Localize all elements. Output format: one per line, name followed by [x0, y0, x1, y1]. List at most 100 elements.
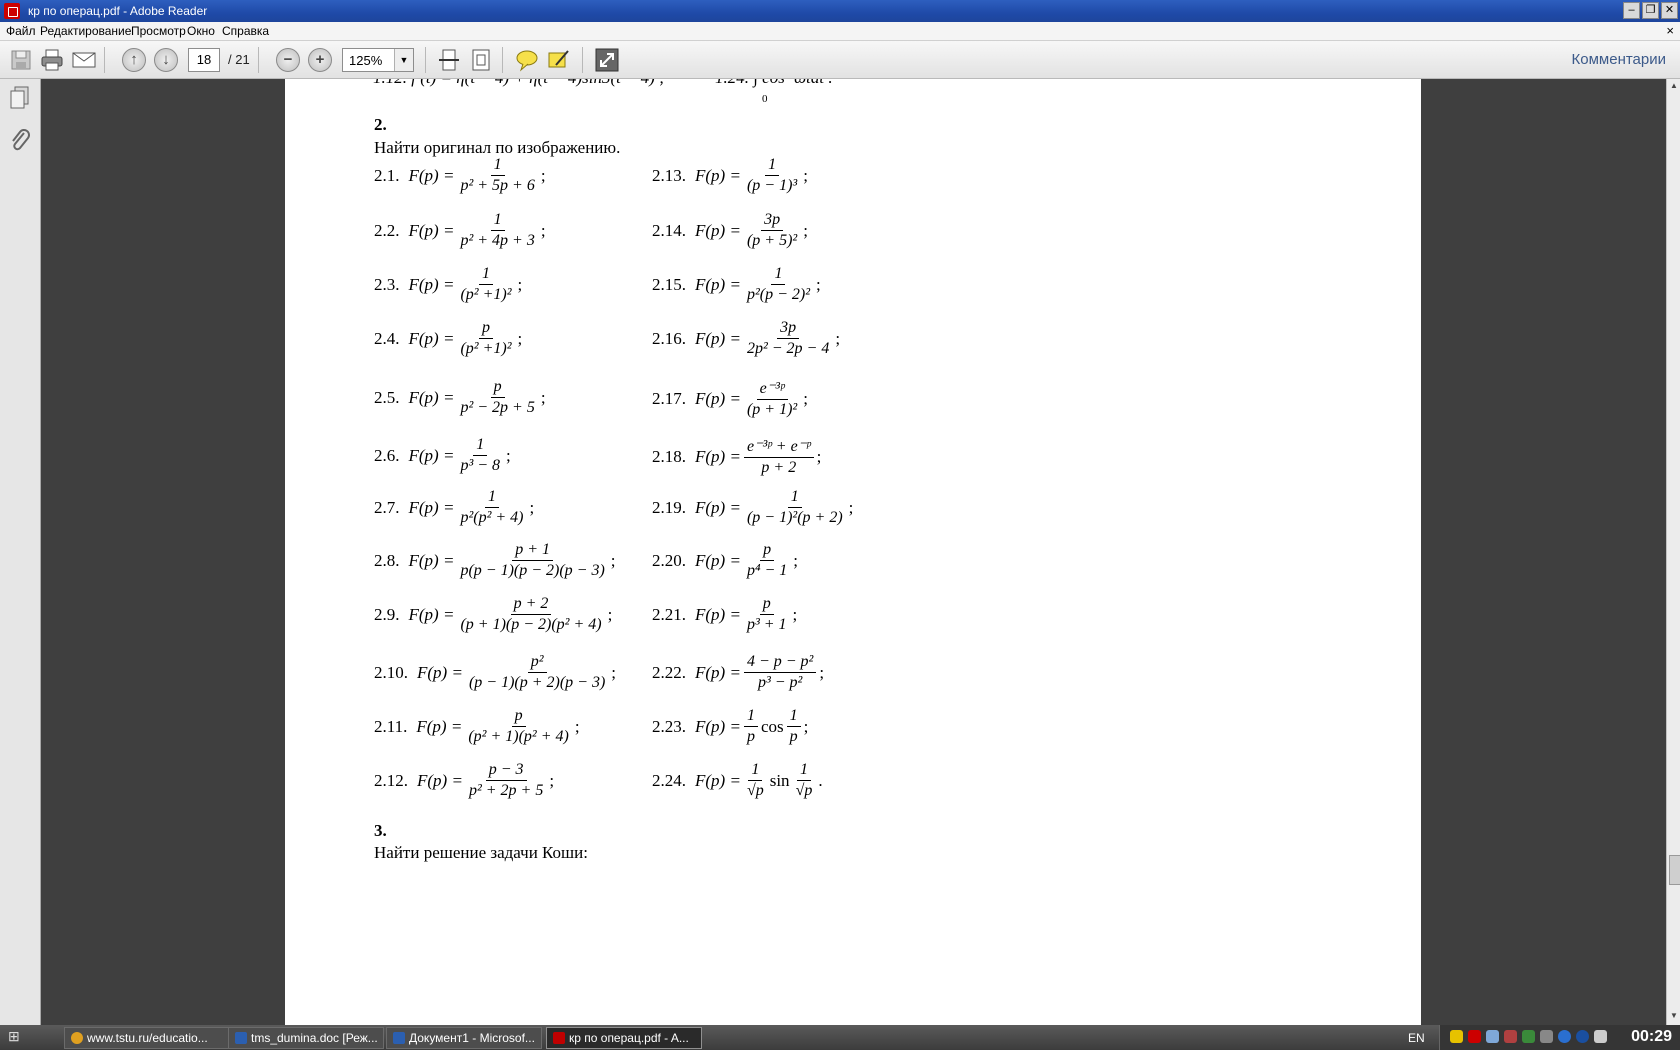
menu-help[interactable]: Справка [222, 24, 269, 38]
prev-page-button[interactable]: ↑ [122, 48, 146, 72]
numerator: 1 [490, 211, 505, 231]
toolbar-separator [582, 47, 583, 73]
highlight-icon[interactable] [546, 47, 572, 73]
menu-view[interactable]: Просмотр [131, 24, 186, 38]
problem-item: 2.19. F(p) = 1 (p − 1)²(p + 2); [652, 488, 853, 527]
denominator: p² − 2p + 5 [460, 399, 535, 416]
task-browser[interactable]: www.tstu.ru/educatio... [64, 1027, 240, 1049]
scroll-down-icon[interactable]: ▼ [1669, 1011, 1679, 1023]
denominator: p² + 4p + 3 [460, 232, 535, 249]
function-label: F(p) = [408, 497, 455, 517]
network-icon[interactable] [1486, 1030, 1499, 1043]
problem-item: 2.24. F(p) = 1 √p sin 1 √p. [652, 761, 823, 800]
task-label: Документ1 - Microsof... [409, 1031, 535, 1045]
page-number-input[interactable]: 18 [188, 48, 220, 72]
language-indicator[interactable]: EN [1408, 1031, 1425, 1045]
function-label: F(p) = [408, 445, 455, 465]
tray-app-icon[interactable] [1504, 1030, 1517, 1043]
numerator: 1 [743, 707, 758, 727]
numerator: p [478, 319, 493, 339]
terminator: ; [815, 274, 821, 294]
scroll-up-icon[interactable]: ▲ [1669, 81, 1679, 93]
function-label: F(p) = [695, 165, 741, 185]
problem-item: 2.15. F(p) = 1 p²(p − 2)²; [652, 265, 821, 304]
problem-item: 2.5. F(p) = p p² − 2p + 5; [374, 378, 546, 417]
tray-app-icon[interactable] [1522, 1030, 1535, 1043]
numerator: p [760, 541, 775, 561]
task-word-doc[interactable]: tms_dumina.doc [Реж... [228, 1027, 384, 1049]
menu-edit[interactable]: Редактирование [40, 24, 131, 38]
problem-number: 2.4. [374, 328, 400, 348]
info-icon[interactable] [1558, 1030, 1571, 1043]
comment-icon[interactable] [514, 47, 540, 73]
comments-panel-link[interactable]: Комментарии [1572, 51, 1666, 68]
save-icon[interactable] [8, 47, 34, 73]
denominator: p³ − p² [757, 674, 803, 691]
fraction: 1 √p [793, 761, 816, 800]
denominator: p³ − 8 [460, 457, 501, 474]
document-viewer[interactable]: 1.12. f (t) = η(t − 4) + η(t − 4)sin3(t … [41, 79, 1666, 1025]
zoom-select[interactable]: 125% ▼ [342, 48, 414, 72]
denominator: (p − 1)(p + 2)(p − 3) [468, 674, 606, 691]
problem-number: 2.3. [374, 274, 400, 294]
task-label: tms_dumina.doc [Реж... [251, 1031, 378, 1045]
close-button[interactable]: ✕ [1661, 2, 1678, 19]
terminator: ; [540, 220, 546, 240]
minimize-button[interactable]: – [1623, 2, 1640, 19]
menu-window[interactable]: Окно [187, 24, 215, 38]
terminator: ; [816, 446, 822, 466]
problem-item: 2.18. F(p) = e⁻³ᵖ + e⁻ᵖ p + 2; [652, 436, 821, 477]
function-label: F(p) = [408, 274, 455, 294]
scroll-thumb[interactable] [1669, 855, 1680, 885]
fit-width-icon[interactable] [436, 47, 462, 73]
denominator: p²(p − 2)² [746, 286, 810, 303]
fraction: p p² − 2p + 5 [457, 378, 537, 417]
function-label: F(p) = [408, 220, 455, 240]
fraction: 1p [743, 707, 758, 746]
function-label: F(p) = [695, 497, 741, 517]
email-icon[interactable] [71, 47, 97, 73]
maximize-button[interactable]: ❐ [1642, 2, 1659, 19]
chevron-down-icon[interactable]: ▼ [394, 49, 413, 71]
denominator: p³ + 1 [746, 616, 787, 633]
problem-item: 2.12. F(p) = p − 3 p² + 2p + 5; [374, 761, 554, 800]
denominator: p⁴ − 1 [746, 562, 788, 579]
document-close-button[interactable]: × [1666, 23, 1674, 38]
chrome-icon [71, 1032, 83, 1044]
tray-app-icon[interactable] [1576, 1030, 1589, 1043]
terminator: ; [803, 716, 809, 736]
fullscreen-icon[interactable] [594, 47, 620, 73]
print-icon[interactable] [39, 47, 65, 73]
problem-item: 2.7. F(p) = 1 p²(p² + 4); [374, 488, 534, 527]
numerator: 1 [748, 761, 763, 781]
security-icon[interactable] [1450, 1030, 1463, 1043]
function-label: F(p) = [695, 770, 741, 790]
zoom-out-button[interactable]: − [276, 48, 300, 72]
problem-item: 2.22. F(p) = 4 − p − p² p³ − p²; [652, 653, 824, 692]
fraction: p − 3 p² + 2p + 5 [466, 761, 546, 800]
fraction: 1 p² + 4p + 3 [457, 211, 537, 250]
fit-page-icon[interactable] [468, 47, 494, 73]
problem-number: 2.1. [374, 165, 400, 185]
zoom-in-button[interactable]: + [308, 48, 332, 72]
task-adobe-reader[interactable]: кр по операц.pdf - A... [546, 1027, 702, 1049]
toolbar: ↑ ↓ 18 / 21 − + 125% ▼ Комментарии [0, 41, 1680, 79]
adobe-tray-icon[interactable] [1468, 1030, 1481, 1043]
numerator: 1 [787, 488, 802, 508]
pages-icon[interactable] [8, 85, 32, 116]
vertical-scrollbar[interactable]: ▲ ▼ [1666, 79, 1680, 1025]
menu-file[interactable]: Файл [6, 24, 36, 38]
task-word-doc2[interactable]: Документ1 - Microsof... [386, 1027, 542, 1049]
adobe-reader-icon [4, 3, 20, 19]
window-title: кр по операц.pdf - Adobe Reader [28, 4, 208, 18]
terminator: ; [848, 497, 854, 517]
fraction: 1 (p² +1)² [457, 265, 514, 304]
tray-app-icon[interactable] [1540, 1030, 1553, 1043]
start-button[interactable]: ⊞ [8, 1028, 34, 1047]
denominator: (p² +1)² [460, 340, 512, 357]
section-3-title: Найти решение задачи Коши: [374, 843, 588, 862]
next-page-button[interactable]: ↓ [154, 48, 178, 72]
terminator: ; [803, 388, 808, 408]
attachments-icon[interactable] [8, 127, 32, 158]
volume-icon[interactable] [1594, 1030, 1607, 1043]
